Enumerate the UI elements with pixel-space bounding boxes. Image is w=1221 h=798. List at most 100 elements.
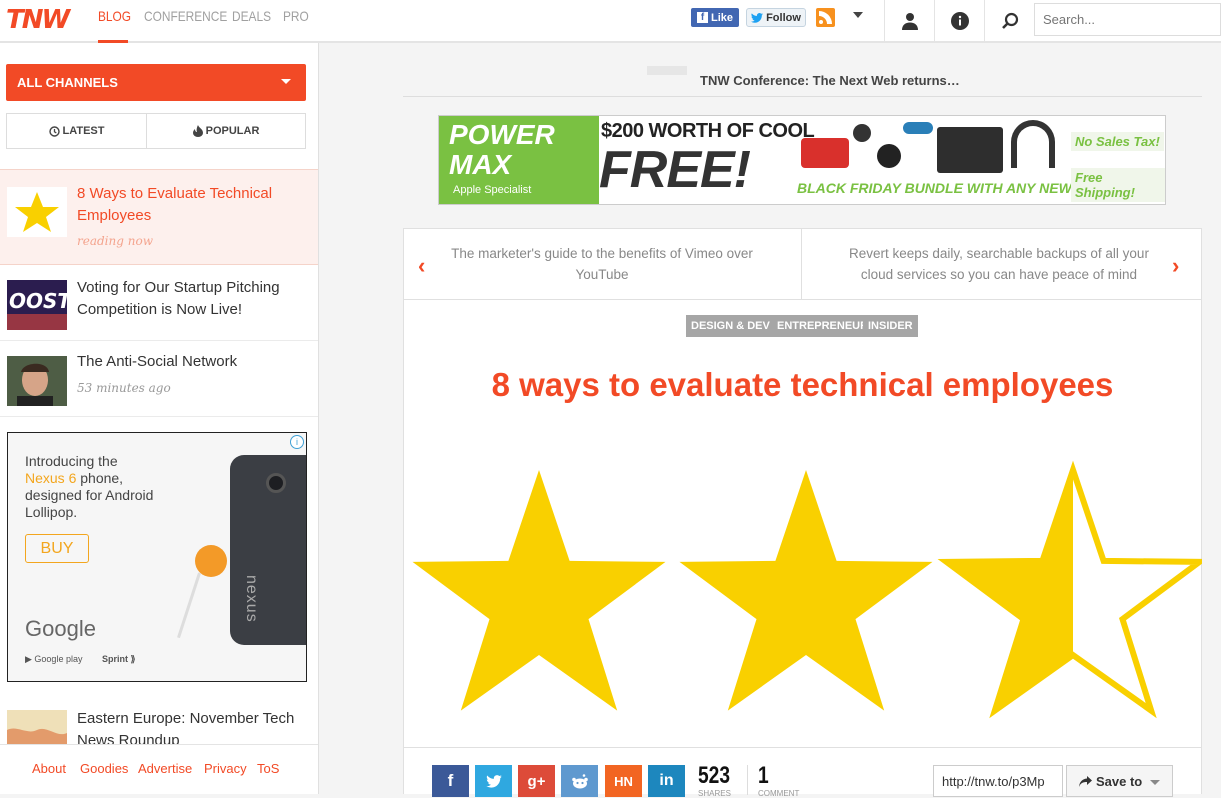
next-article-link[interactable]: Revert keeps daily, searchable backups o… xyxy=(834,243,1164,285)
share-bar: f g+ HN in 523 SHARES 1 COMMENT Save to xyxy=(403,748,1202,798)
divider xyxy=(747,765,748,795)
facebook-share-button[interactable]: f xyxy=(432,765,469,797)
article-headline: 8 ways to evaluate technical employees xyxy=(491,366,1114,403)
article-thumbnail xyxy=(7,187,67,237)
article-title: The Anti-Social Network xyxy=(77,353,238,370)
reddit-icon xyxy=(571,773,588,788)
sidebar-article[interactable]: The Anti-Social Network 53 minutes ago xyxy=(0,341,318,417)
sidebar: ALL CHANNELS LATEST POPULAR 8 Ways to Ev… xyxy=(0,43,319,794)
banner-free: FREE! xyxy=(599,141,751,199)
gadget-image xyxy=(853,124,871,142)
prev-next-navigation: ‹ The marketer's guide to the benefits o… xyxy=(403,228,1202,300)
article-title: 8 Ways to Evaluate Technical Employees xyxy=(77,185,273,224)
nexus-phone-image: nexus xyxy=(230,455,306,645)
powermax-banner-ad[interactable]: POWER MAX Apple Specialist $200 WORTH OF … xyxy=(438,115,1166,205)
linkedin-share-button[interactable]: in xyxy=(648,765,685,797)
article-body: DESIGN & DEV ENTREPRENEUR INSIDER 8 ways… xyxy=(403,300,1202,748)
svg-text:OOST: OOST xyxy=(9,289,67,313)
user-icon[interactable] xyxy=(884,0,934,41)
search-input[interactable] xyxy=(1034,3,1221,36)
powermax-logo-line-1: POWER xyxy=(449,119,555,150)
gadget-image xyxy=(877,144,901,168)
comment-count[interactable]: 1 xyxy=(758,762,769,790)
ad-highlight: Nexus 6 xyxy=(25,470,77,486)
google-plus-share-button[interactable]: g+ xyxy=(518,765,555,797)
headphones-image xyxy=(1011,120,1055,168)
sidebar-article[interactable]: Eastern Europe: November Tech News Round… xyxy=(0,698,318,744)
camera-icon xyxy=(266,473,286,493)
twitter-bird-icon xyxy=(485,774,502,788)
promo-thumbnail xyxy=(647,66,687,75)
tab-deals[interactable]: DEALS xyxy=(232,8,271,24)
article-title: Eastern Europe: November Tech News Round… xyxy=(77,710,295,744)
more-dropdown-icon[interactable] xyxy=(853,12,863,18)
article-time: 53 minutes ago xyxy=(77,381,171,395)
chevron-down-icon xyxy=(1150,780,1160,785)
flame-icon xyxy=(192,125,203,137)
sidebar-article[interactable]: OOST Voting for Our Startup Pitching Com… xyxy=(0,265,318,341)
powermax-logo-line-2: MAX xyxy=(449,149,512,180)
share-count: 523 xyxy=(698,762,731,789)
adchoices-icon[interactable]: i xyxy=(290,435,304,449)
twitter-share-button[interactable] xyxy=(475,765,512,797)
tag-entrepreneur[interactable]: ENTREPRENEUR xyxy=(772,315,874,337)
rating-star xyxy=(412,470,666,711)
share-arrow-icon xyxy=(1079,775,1092,787)
article-title: Voting for Our Startup Pitching Competit… xyxy=(77,279,280,318)
powermax-logo-panel: POWER MAX Apple Specialist xyxy=(439,116,599,204)
tab-pro[interactable]: PRO xyxy=(283,8,309,24)
facebook-like-label: Like xyxy=(710,11,733,24)
tag-design-dev[interactable]: DESIGN & DEV xyxy=(686,315,775,337)
rating-star xyxy=(679,470,933,711)
footer-link-privacy[interactable]: Privacy xyxy=(204,761,247,776)
tab-conference[interactable]: CONFERENCE xyxy=(144,8,227,24)
divider xyxy=(403,96,1202,97)
sidebar-article[interactable]: 8 Ways to Evaluate Technical Employees r… xyxy=(0,169,318,265)
star-rating-image xyxy=(412,460,1202,719)
article-thumbnail xyxy=(7,356,67,406)
divider xyxy=(801,229,802,299)
lollipop-icon xyxy=(195,545,227,577)
channels-label: ALL CHANNELS xyxy=(17,75,118,90)
latest-label: LATEST xyxy=(62,125,105,137)
tag-insider[interactable]: INSIDER xyxy=(863,315,918,337)
search-icon[interactable] xyxy=(984,0,1034,41)
google-play-logo: ▶ Google play xyxy=(25,654,83,664)
all-channels-dropdown[interactable]: ALL CHANNELS xyxy=(6,64,306,101)
rss-icon[interactable] xyxy=(816,8,835,27)
sprint-label: Sprint xyxy=(102,654,128,664)
save-to-label: Save to xyxy=(1096,773,1143,789)
popular-toggle[interactable]: POPULAR xyxy=(146,113,306,149)
ad-buy-button[interactable]: BUY xyxy=(25,534,89,563)
gadget-image xyxy=(903,122,933,134)
article-time: reading now xyxy=(77,234,153,248)
sprint-logo: Sprint ⟫ xyxy=(102,654,136,664)
footer-link-advertise[interactable]: Advertise xyxy=(138,761,192,776)
facebook-icon: f xyxy=(696,12,708,23)
tab-blog[interactable]: BLOG xyxy=(98,8,131,24)
latest-toggle[interactable]: LATEST xyxy=(6,113,147,149)
tnw-logo[interactable]: TNW xyxy=(6,5,70,35)
chevron-left-icon[interactable]: ‹ xyxy=(418,253,425,279)
info-icon[interactable] xyxy=(934,0,984,41)
google-play-label: Google play xyxy=(34,654,83,664)
prev-article-link[interactable]: The marketer's guide to the benefits of … xyxy=(437,243,767,285)
footer-link-goodies[interactable]: Goodies xyxy=(80,761,128,776)
promo-link[interactable]: TNW Conference: The Next Web returns… xyxy=(700,73,960,88)
hacker-news-share-button[interactable]: HN xyxy=(605,765,642,797)
popular-label: POPULAR xyxy=(205,125,260,137)
chevron-right-icon[interactable]: › xyxy=(1172,253,1179,279)
footer-link-tos[interactable]: ToS xyxy=(257,761,279,776)
article-thumbnail xyxy=(7,710,67,744)
reddit-share-button[interactable] xyxy=(561,765,598,797)
footer-link-about[interactable]: About xyxy=(32,761,66,776)
badge-no-sales-tax: No Sales Tax! xyxy=(1071,132,1164,151)
nexus-ad[interactable]: Introducing the Nexus 6 phone, designed … xyxy=(7,432,307,682)
short-url-field[interactable] xyxy=(933,765,1063,797)
twitter-follow-button[interactable]: Follow xyxy=(746,8,806,27)
banner-tagline: BLACK FRIDAY BUNDLE WITH ANY NEW MAC xyxy=(797,180,1108,196)
facebook-like-button[interactable]: f Like xyxy=(691,8,739,27)
gadget-image xyxy=(801,138,849,168)
google-logo: Google xyxy=(25,616,96,641)
save-to-button[interactable]: Save to xyxy=(1066,765,1173,797)
